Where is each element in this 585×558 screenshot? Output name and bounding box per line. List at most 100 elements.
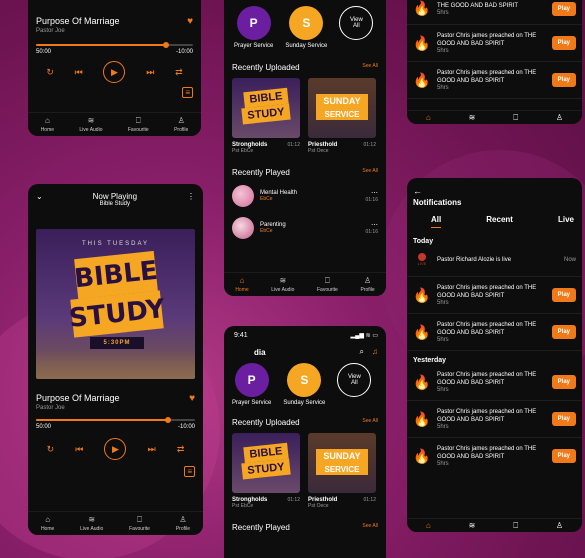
notification-text: Pastor Chris james preached on THE GOOD … <box>437 372 537 386</box>
upload-duration: 01:12 <box>287 497 300 503</box>
heart-icon[interactable]: ♥ <box>187 16 193 27</box>
next-icon[interactable]: ⏭ <box>148 444 156 455</box>
chevron-down-icon[interactable]: ⌄ <box>36 192 43 201</box>
tab-all[interactable]: All <box>431 215 442 228</box>
play-button[interactable]: Play <box>551 412 576 426</box>
service-sunday-avatar[interactable]: S <box>287 363 322 397</box>
nav-home[interactable]: ⌂ Home <box>235 276 248 293</box>
upload-thumbnail: BIBLE STUDY <box>232 78 300 138</box>
notification-item[interactable]: 🔥 Pastor Chris james preached on THE GOO… <box>407 364 582 401</box>
upload-card[interactable]: SUNDAY SERVICE Priesthold 01:12 Pst Oece <box>308 78 376 154</box>
upload-card[interactable]: BIBLE STUDY Strongholds 01:12 Pst EbCe <box>232 433 300 509</box>
notification-item[interactable]: 🔥 THE GOOD AND BAD SPIRIT 5hrs Play <box>407 0 582 25</box>
bottom-nav: ⌂ Home ≋ Live Audio ⎕ Favourite ♙ Profile <box>224 272 386 296</box>
wifi-icon: ≋ <box>87 115 95 125</box>
previous-icon[interactable]: ⏮ <box>75 444 83 455</box>
wifi-icon[interactable]: ≋ <box>469 113 476 122</box>
play-button[interactable]: Play <box>551 73 576 87</box>
notification-item[interactable]: 🔥 Pastor Chris james preached on THE GOO… <box>407 314 582 351</box>
heart-icon[interactable]: ♥ <box>189 393 195 404</box>
track-title: Purpose Of Marriage <box>36 16 120 26</box>
play-button[interactable]: Play <box>551 288 576 302</box>
notification-item[interactable]: 🔥 Pastor Chris james preached on THE GOO… <box>407 401 582 438</box>
nav-favourite[interactable]: ⎕ Favourite <box>128 116 149 133</box>
user-icon[interactable]: ♙ <box>556 521 563 530</box>
wifi-icon: ≋ <box>279 275 287 285</box>
more-icon[interactable]: ⋮ <box>187 192 195 201</box>
service-prayer-avatar[interactable]: P <box>236 6 271 40</box>
previous-icon[interactable]: ⏮ <box>75 67 83 78</box>
nav-favourite[interactable]: ⎕ Favourite <box>129 514 150 532</box>
progress-bar[interactable] <box>36 42 193 48</box>
next-icon[interactable]: ⏭ <box>146 67 154 78</box>
nav-profile[interactable]: ♙ Profile <box>174 116 188 133</box>
greeting-text: dia <box>254 347 266 357</box>
bell-icon[interactable]: ♫ <box>372 347 378 357</box>
view-all-button[interactable]: View All <box>337 363 372 397</box>
play-button[interactable]: Play <box>551 36 576 50</box>
bookmark-icon[interactable]: ⎕ <box>513 521 518 531</box>
notification-item[interactable]: 🔥 Pastor Chris james preached on THE GOO… <box>407 25 582 62</box>
tab-live[interactable]: Live <box>558 215 574 228</box>
upload-card[interactable]: SUNDAY SERVICE Priesthold 01:12 Pst Oece <box>308 433 376 509</box>
nav-profile[interactable]: ♙ Profile <box>360 275 374 293</box>
repeat-icon[interactable]: ↻ <box>47 444 55 455</box>
nav-profile[interactable]: ♙ Profile <box>176 515 190 532</box>
nav-favourite[interactable]: ⎕ Favourite <box>317 276 338 293</box>
play-button[interactable]: ▶ <box>104 438 127 460</box>
notification-text: Pastor Chris james preached on THE GOOD … <box>437 322 537 336</box>
tab-recent[interactable]: Recent <box>486 215 513 228</box>
home-icon[interactable]: ⌂ <box>426 521 431 530</box>
progress-knob[interactable] <box>163 42 170 48</box>
play-button[interactable]: Play <box>551 449 576 463</box>
service-prayer-avatar[interactable]: P <box>234 363 269 397</box>
progress-bar[interactable] <box>36 417 195 423</box>
notification-item-live[interactable]: LIVE Pastor Richard Alozie is live Now <box>407 245 582 277</box>
upload-card[interactable]: BIBLE STUDY Strongholds 01:12 Pst EbCe <box>232 78 300 154</box>
wifi-icon[interactable]: ≋ <box>469 521 476 530</box>
upload-thumbnail: BIBLE STUDY <box>232 433 300 493</box>
nav-label: Home <box>40 525 55 532</box>
back-arrow-icon[interactable]: ← <box>413 186 576 196</box>
search-icon[interactable]: ⌕ <box>360 347 364 357</box>
shuffle-icon[interactable]: ⇄ <box>177 444 185 455</box>
played-thumbnail <box>232 217 254 239</box>
nav-live-audio[interactable]: ≋ Live Audio <box>271 275 294 293</box>
thumb-text: SERVICE <box>324 464 360 474</box>
see-all-link[interactable]: See All <box>362 418 378 427</box>
notification-item[interactable]: 🔥 Pastor Chris james preached on THE GOO… <box>407 277 582 314</box>
bookmark-icon: ⎕ <box>137 514 142 524</box>
see-all-link[interactable]: See All <box>362 63 378 72</box>
notification-item[interactable]: 🔥 Pastor Chris james preached on THE GOO… <box>407 438 582 474</box>
nav-live-audio[interactable]: ≋ Live Audio <box>80 515 103 532</box>
notification-item[interactable]: 🔥 Pastor Chris james preached on THE GOO… <box>407 62 582 99</box>
thumb-text: SERVICE <box>324 109 360 119</box>
played-author: EbCe <box>260 196 273 202</box>
notification-time: 5hrs <box>437 387 449 393</box>
home-icon[interactable]: ⌂ <box>426 113 431 122</box>
user-icon[interactable]: ♙ <box>556 113 563 122</box>
played-item[interactable]: Mental Health EbCe ⋯ 01:16 <box>224 177 386 207</box>
art-banner-study: STUDY <box>68 290 166 338</box>
queue-icon[interactable]: ≡ <box>182 87 193 98</box>
play-button[interactable]: Play <box>551 375 576 389</box>
nav-home[interactable]: ⌂ Home <box>40 515 55 532</box>
nav-live-audio[interactable]: ≋ Live Audio <box>79 115 102 133</box>
more-icon[interactable]: ⋯ <box>365 221 378 229</box>
play-button[interactable]: Play <box>551 1 576 16</box>
nav-home[interactable]: ⌂ Home <box>41 116 54 133</box>
view-all-button[interactable]: View All <box>339 6 374 40</box>
play-button[interactable]: ▶ <box>103 61 126 83</box>
bookmark-icon[interactable]: ⎕ <box>513 113 518 123</box>
repeat-icon[interactable]: ↻ <box>46 67 54 78</box>
shuffle-icon[interactable]: ⇄ <box>175 67 183 78</box>
more-icon[interactable]: ⋯ <box>365 189 378 197</box>
progress-knob[interactable] <box>164 417 171 423</box>
user-icon: ♙ <box>363 275 372 285</box>
see-all-link[interactable]: See All <box>362 168 378 177</box>
see-all-link[interactable]: See All <box>362 523 378 532</box>
service-sunday-avatar[interactable]: S <box>289 6 324 40</box>
played-item[interactable]: Parenting EbCe ⋯ 01:16 <box>224 207 386 239</box>
play-button[interactable]: Play <box>551 325 576 339</box>
queue-icon[interactable]: ≡ <box>184 466 195 477</box>
